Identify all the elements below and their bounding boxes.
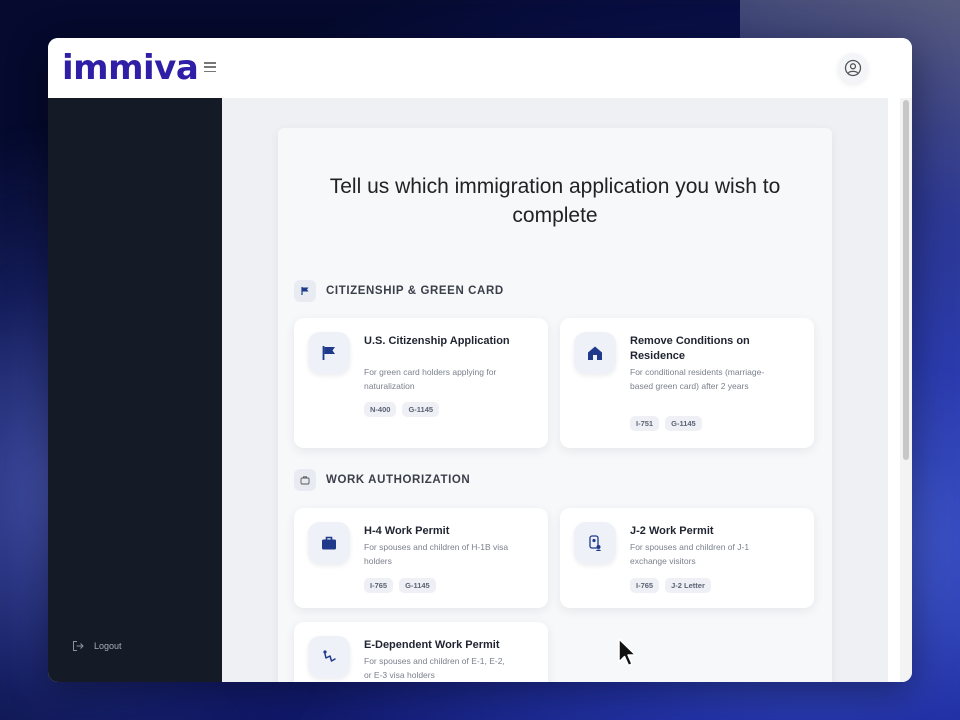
option-card-j2-work-permit[interactable]: J-2 Work Permit For spouses and children… [560,508,814,608]
option-title: Remove Conditions on Residence [630,335,750,362]
option-title: J-2 Work Permit [630,525,714,537]
form-tag: I-765 [630,578,660,593]
logout-link[interactable]: Logout [72,640,122,652]
option-card-e-dependent-work-permit[interactable]: E-Dependent Work Permit For spouses and … [294,622,548,682]
option-title: U.S. Citizenship Application [364,335,510,347]
flag-icon [308,332,350,374]
section-label: WORK AUTHORIZATION [326,474,471,486]
option-card-remove-conditions[interactable]: Remove Conditions on Residence For condi… [560,318,814,448]
flag-icon [294,280,316,302]
form-tags: I-751 G-1145 [630,416,702,431]
form-tags: I-765 J-2 Letter [630,578,711,593]
option-card-us-citizenship[interactable]: U.S. Citizenship Application For green c… [294,318,548,448]
form-tag: G-1145 [665,416,702,431]
form-tag: N-400 [364,402,397,417]
option-description: For spouses and children of J-1 exchange… [630,542,750,566]
option-title: E-Dependent Work Permit [364,639,500,651]
mouse-pointer-icon [618,638,637,667]
user-circle-icon [844,59,862,77]
form-tag: I-765 [364,578,394,593]
route-icon [308,636,350,678]
form-tag: I-751 [630,416,660,431]
app-logo[interactable]: immiva [62,48,199,88]
option-card-h4-work-permit[interactable]: H-4 Work Permit For spouses and children… [294,508,548,608]
page-title: Tell us which immigration application yo… [329,175,781,227]
logout-icon [73,641,84,651]
option-description: For conditional residents (marriage-base… [630,367,765,391]
section-header-work-authorization: WORK AUTHORIZATION [294,469,470,491]
logout-label: Logout [94,641,122,651]
form-tags: N-400 G-1145 [364,402,440,417]
section-label: CITIZENSHIP & GREEN CARD [326,285,504,297]
scrollbar-thumb[interactable] [903,100,909,460]
briefcase-icon [308,522,350,564]
main-content: Tell us which immigration application yo… [222,98,888,682]
menu-toggle-icon[interactable] [204,60,216,74]
option-description: For spouses and children of E-1, E-2, or… [364,656,505,680]
section-header-citizenship: CITIZENSHIP & GREEN CARD [294,280,504,302]
briefcase-icon [294,469,316,491]
app-window: immiva Logout Tell us which immigration … [48,38,912,682]
house-icon [574,332,616,374]
id-badge-icon [574,522,616,564]
form-tag: G-1145 [399,578,436,593]
form-tag: J-2 Letter [665,578,711,593]
form-tags: I-765 G-1145 [364,578,436,593]
sidebar: Logout [48,98,222,682]
option-description: For green card holders applying for natu… [364,367,497,391]
option-description: For spouses and children of H-1B visa ho… [364,542,509,566]
application-selector-panel: Tell us which immigration application yo… [278,128,832,682]
top-bar: immiva [48,38,912,98]
option-title: H-4 Work Permit [364,525,450,537]
form-tag: G-1145 [402,402,440,417]
user-account-button[interactable] [838,53,868,83]
